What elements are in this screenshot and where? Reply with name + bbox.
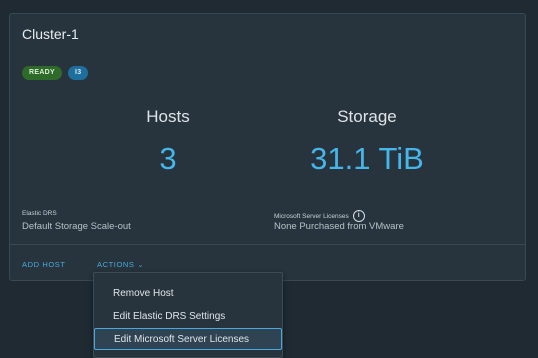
elastic-drs-label: Elastic DRS [22,210,57,217]
chevron-down-icon: ⌄ [137,261,145,269]
storage-label: Storage [337,107,397,126]
menu-item-edit-ms-licenses[interactable]: Edit Microsoft Server Licenses [94,328,282,350]
actions-dropdown-button[interactable]: ACTIONS ⌄ [97,260,144,269]
cluster-card: Cluster-1 READY I3 Hosts 3 Storage 31.1 … [9,13,526,281]
card-divider [10,244,525,245]
actions-label: ACTIONS [97,260,135,269]
menu-item-edit-elastic-drs[interactable]: Edit Elastic DRS Settings [94,306,282,328]
status-badge: READY [22,66,63,80]
hosts-label: Hosts [146,107,190,126]
cluster-title: Cluster-1 [22,26,79,42]
menu-item-remove-host[interactable]: Remove Host [94,283,282,305]
storage-value: 31.1 TiB [310,141,424,176]
actions-menu: Remove Host Edit Elastic DRS Settings Ed… [93,272,283,358]
ms-licenses-value: None Purchased from VMware [274,221,404,232]
ms-licenses-label: Microsoft Server Licenses [274,212,349,220]
elastic-drs-value: Default Storage Scale-out [22,221,131,232]
add-host-button[interactable]: ADD HOST [22,260,66,269]
badge-row: READY I3 [22,66,89,80]
hosts-value: 3 [159,141,177,176]
instance-type-badge: I3 [68,66,89,80]
